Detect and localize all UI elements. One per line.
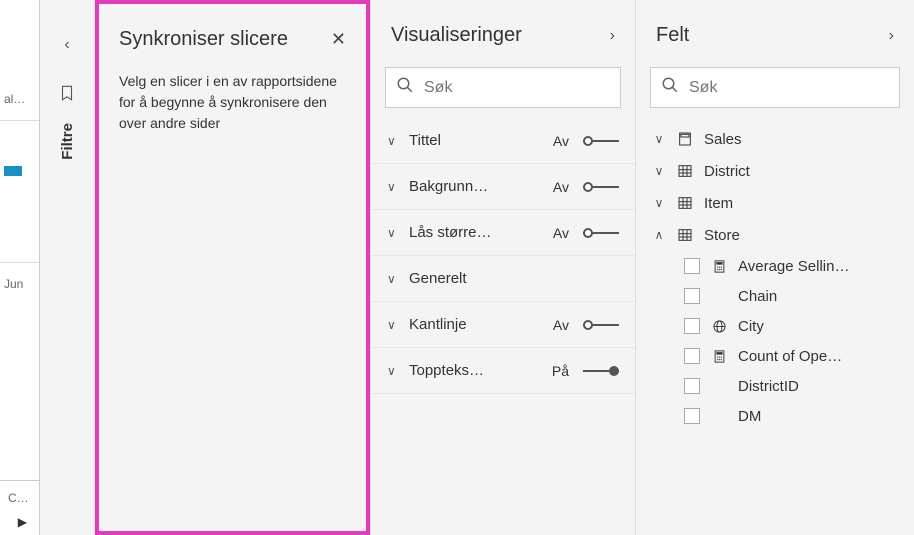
chevron-down-icon: ∨ bbox=[387, 180, 401, 194]
blank-icon bbox=[710, 287, 728, 305]
table-icon bbox=[676, 226, 694, 244]
chevron-down-icon: ∨ bbox=[652, 164, 666, 178]
sync-slicers-pane: Synkroniser slicere ✕ Velg en slicer i e… bbox=[95, 0, 370, 535]
table-name: District bbox=[704, 163, 750, 180]
format-row-state: Av bbox=[543, 225, 569, 241]
table-row[interactable]: ∨ District bbox=[650, 156, 900, 186]
globe-icon bbox=[710, 317, 728, 335]
format-row-state: Av bbox=[543, 179, 569, 195]
chevron-down-icon: ∨ bbox=[387, 134, 401, 148]
format-row[interactable]: ∨ Bakgrunn… Av bbox=[371, 164, 635, 210]
field-name: Average Sellin… bbox=[738, 258, 898, 275]
table-row[interactable]: ∨ Item bbox=[650, 188, 900, 218]
chevron-up-icon: ∧ bbox=[652, 228, 666, 242]
field-name: DistrictID bbox=[738, 378, 898, 395]
fields-title: Felt bbox=[656, 24, 689, 47]
stub-label: Jun bbox=[0, 262, 39, 295]
field-name: Count of Ope… bbox=[738, 348, 898, 365]
table-row[interactable]: ∧ Store bbox=[650, 220, 900, 250]
field-item[interactable]: Average Sellin… bbox=[650, 252, 900, 280]
visualizations-title: Visualiseringer bbox=[391, 24, 522, 47]
field-name: City bbox=[738, 318, 898, 335]
format-row-label: Tittel bbox=[409, 132, 535, 149]
field-name: Chain bbox=[738, 288, 898, 305]
fields-search[interactable] bbox=[650, 67, 900, 108]
chevron-down-icon: ∨ bbox=[387, 318, 401, 332]
collapse-pane-icon[interactable]: › bbox=[610, 27, 615, 45]
toggle-switch[interactable] bbox=[583, 226, 619, 240]
sync-slicers-title: Synkroniser slicere bbox=[119, 28, 288, 51]
filters-pane-collapsed: ‹ Filtre bbox=[40, 0, 95, 535]
filters-pane-label[interactable]: Filtre bbox=[59, 123, 76, 160]
format-row-state: På bbox=[543, 363, 569, 379]
field-checkbox[interactable] bbox=[684, 408, 700, 424]
field-item[interactable]: Chain bbox=[650, 282, 900, 310]
toggle-switch[interactable] bbox=[583, 134, 619, 148]
table-name: Sales bbox=[704, 131, 742, 148]
table-icon bbox=[676, 162, 694, 180]
blank-icon bbox=[710, 377, 728, 395]
field-checkbox[interactable] bbox=[684, 258, 700, 274]
search-icon bbox=[396, 76, 414, 99]
stub-label: al… bbox=[0, 88, 39, 110]
chevron-down-icon: ∨ bbox=[387, 226, 401, 240]
field-item[interactable]: Count of Ope… bbox=[650, 342, 900, 370]
field-checkbox[interactable] bbox=[684, 378, 700, 394]
report-canvas-stub: al… Jun Ca… ▶ bbox=[0, 0, 40, 535]
table-row[interactable]: ∨ Sales bbox=[650, 124, 900, 154]
format-row-label: Bakgrunn… bbox=[409, 178, 535, 195]
search-input[interactable] bbox=[424, 79, 610, 97]
chevron-down-icon: ∨ bbox=[652, 196, 666, 210]
format-row-label: Lås større… bbox=[409, 224, 535, 241]
fields-tree: ∨ Sales ∨ District ∨ Item ∧ Store Average Sellin… bbox=[636, 118, 914, 436]
field-checkbox[interactable] bbox=[684, 348, 700, 364]
play-icon[interactable]: ▶ bbox=[4, 515, 35, 529]
search-input[interactable] bbox=[689, 79, 889, 97]
chevron-down-icon: ∨ bbox=[652, 132, 666, 146]
field-item[interactable]: City bbox=[650, 312, 900, 340]
stub-label: Ca… bbox=[4, 487, 35, 509]
visualizations-pane: Visualiseringer › ∨TittelAv∨Bakgrunn…Av∨… bbox=[370, 0, 635, 535]
close-icon[interactable]: ✕ bbox=[331, 29, 346, 50]
format-row[interactable]: ∨ Kantlinje Av bbox=[371, 302, 635, 348]
format-row-label: Kantlinje bbox=[409, 316, 535, 333]
field-name: DM bbox=[738, 408, 898, 425]
format-row-label: Toppteks… bbox=[409, 362, 535, 379]
calc-table-icon bbox=[676, 130, 694, 148]
field-checkbox[interactable] bbox=[684, 288, 700, 304]
calc-icon bbox=[710, 347, 728, 365]
format-row[interactable]: ∨ Toppteks… På bbox=[371, 348, 635, 394]
format-row-state: Av bbox=[543, 317, 569, 333]
blank-icon bbox=[710, 407, 728, 425]
field-checkbox[interactable] bbox=[684, 318, 700, 334]
toggle-switch[interactable] bbox=[583, 180, 619, 194]
chevron-down-icon: ∨ bbox=[387, 272, 401, 286]
sync-slicers-description: Velg en slicer i en av rapportsidene for… bbox=[119, 71, 346, 134]
collapse-pane-icon[interactable]: › bbox=[889, 27, 894, 45]
table-icon bbox=[676, 194, 694, 212]
field-item[interactable]: DistrictID bbox=[650, 372, 900, 400]
format-row-label: Generelt bbox=[409, 270, 619, 287]
visualizations-search[interactable] bbox=[385, 67, 621, 108]
format-row[interactable]: ∨ Generelt bbox=[371, 256, 635, 302]
calc-icon bbox=[710, 257, 728, 275]
table-name: Item bbox=[704, 195, 733, 212]
toggle-switch[interactable] bbox=[583, 364, 619, 378]
format-row[interactable]: ∨ Lås større… Av bbox=[371, 210, 635, 256]
fields-pane: Felt › ∨ Sales ∨ District ∨ Item ∧ Store Average… bbox=[635, 0, 914, 535]
stub-bar bbox=[4, 166, 22, 176]
field-item[interactable]: DM bbox=[650, 402, 900, 430]
table-name: Store bbox=[704, 227, 740, 244]
toggle-switch[interactable] bbox=[583, 318, 619, 332]
format-row[interactable]: ∨ Tittel Av bbox=[371, 118, 635, 164]
chevron-down-icon: ∨ bbox=[387, 364, 401, 378]
expand-filters-icon[interactable]: ‹ bbox=[64, 36, 69, 54]
bookmark-icon[interactable] bbox=[58, 84, 76, 107]
format-options-list: ∨ Tittel Av ∨ Bakgrunn… Av ∨ Lås større… Av ∨ Gene… bbox=[371, 118, 635, 394]
format-row-state: Av bbox=[543, 133, 569, 149]
search-icon bbox=[661, 76, 679, 99]
